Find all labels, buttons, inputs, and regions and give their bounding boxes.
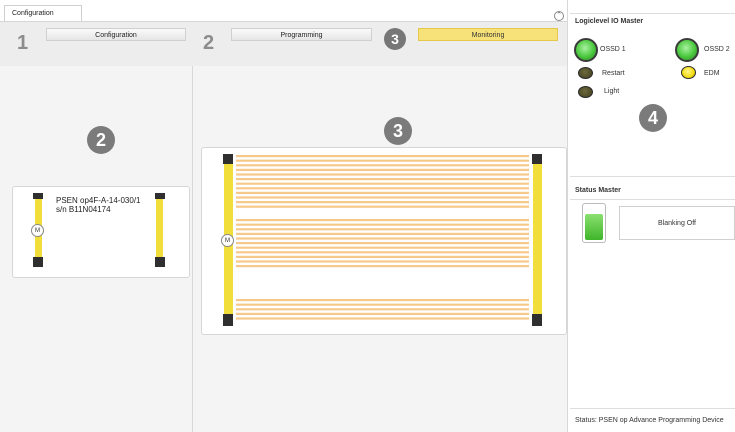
- panel-divider: [192, 66, 193, 432]
- restart-led-icon: [578, 67, 593, 79]
- step-programming-button[interactable]: Programming: [231, 28, 372, 41]
- light-beam: [236, 237, 529, 240]
- sensor-cap-bottom: [33, 257, 43, 267]
- ossd2-led-icon: [675, 38, 699, 62]
- light-beam: [236, 223, 529, 226]
- light-beam: [236, 155, 529, 158]
- light-beam: [236, 303, 529, 306]
- curtain-cap-right-top: [532, 154, 542, 164]
- light-beam: [236, 317, 529, 320]
- separator: [570, 408, 735, 409]
- curtain-master-badge: M: [221, 234, 234, 247]
- sensor-bar-right: [156, 199, 163, 257]
- collapse-icon[interactable]: ⌃: [554, 11, 564, 21]
- light-label: Light: [599, 85, 654, 98]
- separator: [570, 13, 735, 14]
- light-beam: [236, 178, 529, 181]
- curtain-bar-right: [533, 164, 542, 314]
- light-beam: [236, 242, 529, 245]
- light-beam: [236, 191, 529, 194]
- curtain-cap-right-bottom: [532, 314, 542, 326]
- tab-label: Configuration: [12, 10, 54, 17]
- edm-label: EDM: [704, 70, 720, 77]
- light-beam: [236, 168, 529, 171]
- marker-3: 3: [384, 117, 412, 145]
- ossd1-led-icon: [574, 38, 598, 62]
- light-beam: [236, 205, 529, 208]
- light-led-icon: [578, 86, 593, 98]
- light-beam: [236, 255, 529, 258]
- restart-label: Restart: [602, 70, 625, 77]
- device-name: PSEN op4F-A-14-030/1: [56, 196, 141, 205]
- status-footer: Status: PSEN op Advance Programming Devi…: [575, 417, 724, 424]
- ossd1-label: OSSD 1: [600, 46, 626, 53]
- io-master-title: Logiclevel IO Master: [575, 18, 644, 25]
- master-badge: M: [31, 224, 44, 237]
- light-beam: [236, 265, 529, 268]
- panel-divider: [567, 0, 568, 432]
- step-number-2: 2: [203, 32, 215, 54]
- battery-icon: [582, 203, 606, 243]
- light-beam: [236, 246, 529, 249]
- light-beam: [236, 164, 529, 167]
- curtain-cap-left-top: [223, 154, 233, 164]
- light-beam: [236, 228, 529, 231]
- light-beams: [236, 155, 529, 320]
- light-beam: [236, 299, 529, 302]
- step-number-1: 1: [17, 32, 29, 54]
- device-serial: s/n B11N04174: [56, 205, 111, 214]
- light-beam: [236, 260, 529, 263]
- light-beam: [236, 308, 529, 311]
- ossd2-label: OSSD 2: [704, 46, 730, 53]
- light-beam: [236, 196, 529, 199]
- battery-level: [585, 214, 603, 240]
- edm-led-icon: [681, 66, 696, 79]
- separator: [570, 199, 735, 200]
- curtain-cap-left-bottom: [223, 314, 233, 326]
- light-beam: [236, 182, 529, 185]
- marker-2: 2: [87, 126, 115, 154]
- light-beam: [236, 187, 529, 190]
- step-number-3: 3: [384, 28, 406, 50]
- receiver-cap-bottom: [155, 257, 165, 267]
- light-beam: [236, 201, 529, 204]
- step-monitoring-button[interactable]: Monitoring: [418, 28, 558, 41]
- light-beam: [236, 159, 529, 162]
- status-master-title: Status Master: [575, 187, 621, 194]
- separator: [570, 176, 735, 177]
- light-beam: [236, 173, 529, 176]
- light-beam: [236, 232, 529, 235]
- light-beam: [236, 251, 529, 254]
- blanking-status: Blanking Off: [619, 206, 735, 240]
- light-beam: [236, 219, 529, 222]
- light-beam: [236, 312, 529, 315]
- tab-configuration[interactable]: Configuration: [4, 5, 82, 22]
- device-info: PSEN op4F-A-14-030/1 s/n B11N04174: [56, 196, 141, 214]
- marker-4: 4: [639, 104, 667, 132]
- step-configuration-button[interactable]: Configuration: [46, 28, 186, 41]
